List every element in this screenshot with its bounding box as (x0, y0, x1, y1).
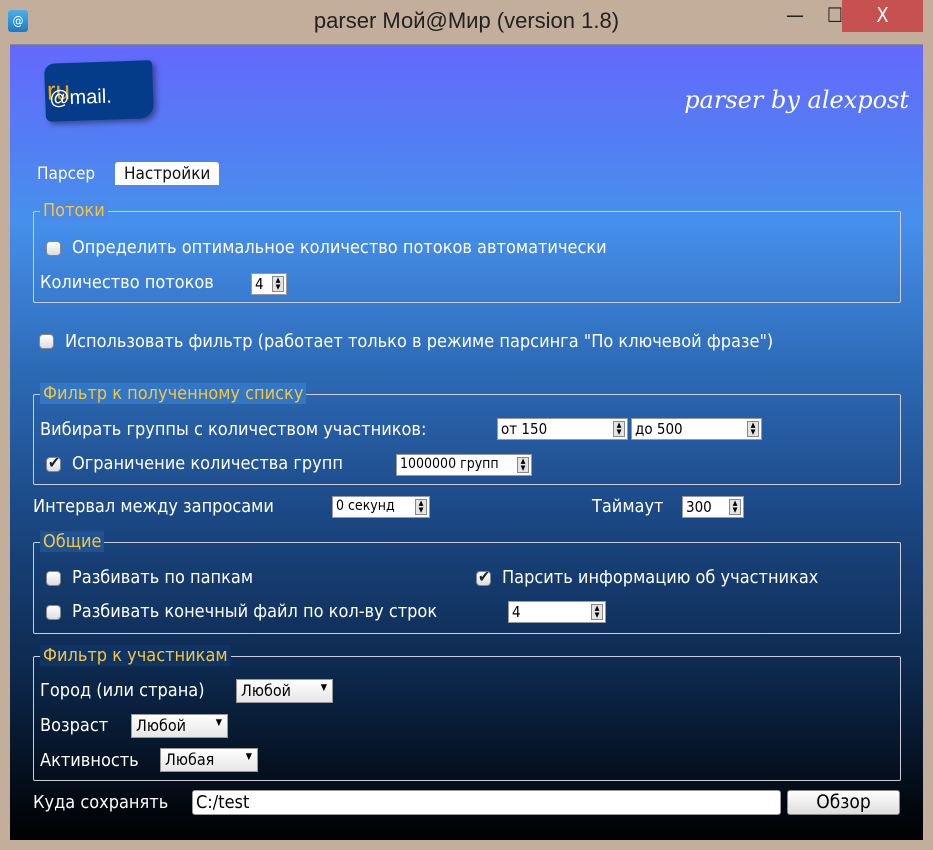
use-filter-label: Использовать фильтр (работает только в р… (65, 331, 774, 352)
browse-button[interactable]: Обзор (787, 790, 900, 815)
city-select[interactable]: Любой ▼ (236, 679, 333, 703)
members-from-spinner[interactable]: от 150 ▲ ▼ (497, 418, 628, 440)
split-file-checkbox[interactable] (46, 605, 61, 620)
split-file-spinner[interactable]: 4 ▲ ▼ (508, 601, 606, 623)
member-filter-legend: Фильтр к участникам (40, 645, 231, 666)
split-file-label: Разбивать конечный файл по кол-ву строк (72, 601, 438, 622)
minimize-button[interactable]: — (780, 0, 810, 32)
close-button[interactable]: X (842, 0, 923, 32)
threads-count-label: Количество потоков (40, 272, 214, 293)
interval-label: Интервал между запросами (33, 496, 274, 517)
age-label: Возраст (40, 715, 109, 736)
general-legend: Общие (40, 531, 105, 552)
city-label: Город (или страна) (40, 680, 205, 701)
timeout-spinner[interactable]: 300 ▲ ▼ (682, 496, 744, 518)
tab-settings[interactable]: Настройки (115, 162, 220, 185)
auto-threads-label: Определить оптимальное количество потоко… (72, 237, 607, 258)
auto-threads-checkbox[interactable] (46, 241, 61, 256)
use-filter-checkbox[interactable] (39, 334, 54, 349)
limit-groups-checkbox[interactable] (46, 457, 61, 472)
activity-label: Активность (40, 750, 139, 771)
tab-parser[interactable]: Парсер (28, 162, 104, 185)
interval-spinner[interactable]: 0 секунд ▲ ▼ (332, 496, 430, 518)
parse-members-info-label: Парсить информацию об участниках (502, 567, 819, 588)
split-folders-label: Разбивать по папкам (72, 567, 254, 588)
split-folders-checkbox[interactable] (46, 571, 61, 586)
author-signature: parser by alexpost (684, 86, 909, 114)
mail-ru-logo: @mail. ru (44, 60, 154, 122)
save-path-label: Куда сохранять (33, 792, 169, 813)
save-path-input[interactable]: C:/test (192, 790, 781, 815)
age-select[interactable]: Любой ▼ (131, 714, 228, 738)
parse-members-info-checkbox[interactable] (476, 571, 491, 586)
limit-groups-label: Ограничение количества групп (72, 453, 343, 474)
timeout-label: Таймаут (592, 496, 664, 517)
list-filter-legend: Фильтр к полученному списку (40, 383, 307, 404)
members-count-label: Вибирать группы с количеством участников… (40, 419, 427, 440)
threads-count-spinner[interactable]: 4 ▲ ▼ (251, 273, 287, 295)
limit-groups-spinner[interactable]: 1000000 групп ▲ ▼ (396, 454, 532, 476)
members-to-spinner[interactable]: до 500 ▲ ▼ (631, 418, 762, 440)
threads-legend: Потоки (40, 200, 108, 221)
activity-select[interactable]: Любая ▼ (160, 748, 258, 772)
title-bar: @ parser Мой@Мир (version 1.8) — ☐ X (0, 0, 933, 44)
